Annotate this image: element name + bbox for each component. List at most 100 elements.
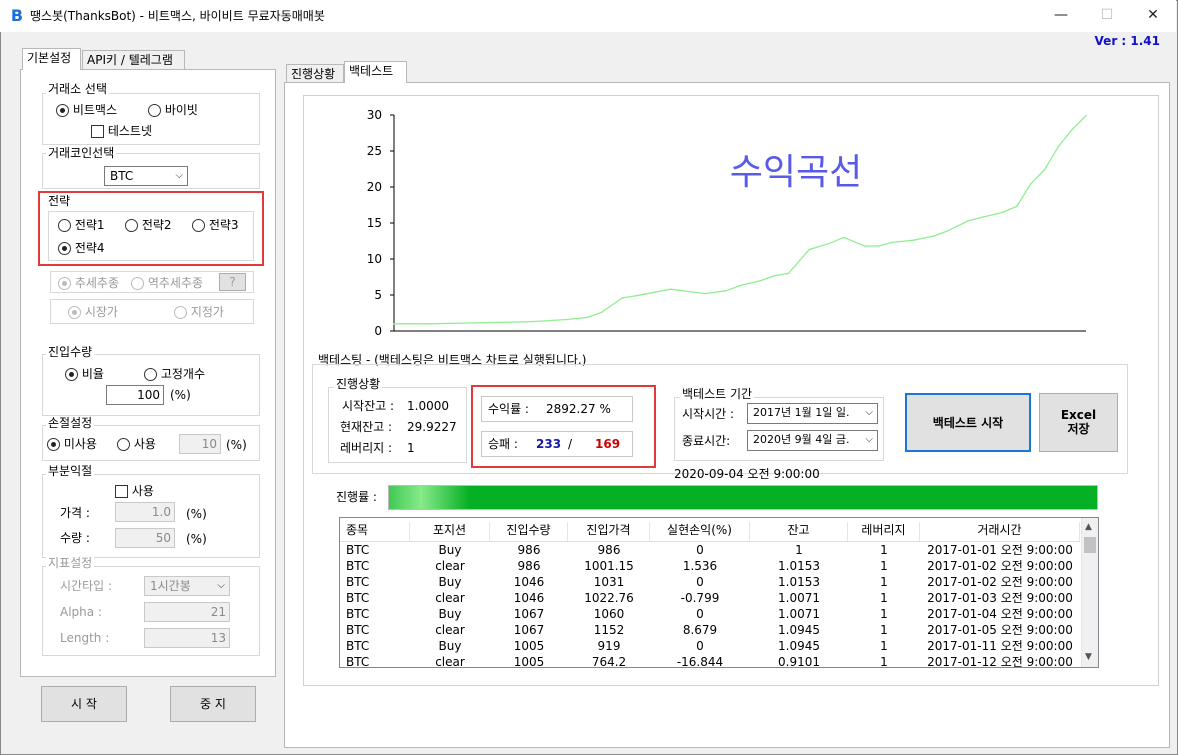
chart-point — [981, 216, 983, 218]
testnet-checkbox[interactable]: 테스트넷 — [91, 123, 152, 139]
radio-counter-trend[interactable]: 역추세추종 — [131, 275, 203, 291]
chart-point — [587, 316, 589, 319]
run-backtest-button[interactable]: 백테스트 시작 — [905, 393, 1031, 452]
radio-stoploss-off-circle[interactable] — [47, 438, 60, 451]
table-row[interactable]: BTC clear 1046 1022.76 -0.799 1.0071 1 2017-01-… — [340, 590, 1080, 606]
radio-trend-follow-circle[interactable] — [58, 277, 71, 290]
chart-point — [877, 245, 880, 247]
table-cell: 1046 — [513, 591, 545, 605]
chart-point — [600, 311, 603, 314]
coin-select[interactable]: BTC ⌵ — [104, 166, 188, 186]
table-cell: 0.9101 — [778, 655, 820, 668]
radio-bitmex-circle[interactable] — [56, 104, 69, 117]
table-cell: 1.0153 — [778, 559, 820, 573]
table-row[interactable]: BTC Buy 986 986 0 1 1 2017-01-01 오전 9:00:00 — [340, 542, 1080, 558]
start-time-picker[interactable]: 2017년 1월 1일 일. ⌵ — [747, 403, 878, 424]
radio-bybit[interactable]: 바이빗 — [148, 102, 198, 118]
stoploss-unit: (%) — [226, 438, 247, 452]
chart-y-tick-label: 25 — [367, 144, 382, 158]
radio-stoploss-on[interactable]: 사용 — [117, 436, 156, 452]
radio-entry-fixed-circle[interactable] — [144, 368, 157, 381]
scroll-down-icon[interactable]: ▼ — [1085, 652, 1092, 662]
grid-column-header[interactable]: 레버리지 — [848, 522, 920, 542]
stop-button[interactable]: 중 지 — [170, 686, 256, 722]
chart-point — [1071, 128, 1073, 131]
timeframe-select[interactable]: 1시간봉 ⌵ — [144, 576, 230, 596]
radio-limit-order-circle[interactable] — [174, 306, 187, 319]
grid-column-header[interactable]: 진입수량 — [490, 522, 568, 542]
length-input[interactable]: 13 — [144, 628, 230, 648]
radio-market-order-circle[interactable] — [68, 306, 81, 319]
entry-value-input[interactable]: 100 — [106, 385, 164, 405]
table-row[interactable]: BTC clear 1005 764.2 -16.844 0.9101 1 2017-01-1… — [340, 654, 1080, 668]
table-row[interactable]: BTC clear 986 1001.15 1.536 1.0153 1 2017-01-02… — [340, 558, 1080, 574]
title-bar: B 땡스봇(ThanksBot) - 비트맥스, 바이비트 무료자동매매봇 — … — [0, 0, 1176, 32]
current-balance-value: 29.9227 — [407, 420, 457, 434]
radio-market-order[interactable]: 시장가 — [68, 304, 118, 320]
radio-limit-order[interactable]: 지정가 — [174, 304, 224, 320]
table-cell: 0 — [696, 543, 704, 557]
timeframe-label: 시간타입 : — [60, 579, 113, 593]
radio-bybit-circle[interactable] — [148, 104, 161, 117]
grid-column-header[interactable]: 잔고 — [750, 522, 848, 542]
trend-help-button[interactable]: ? — [219, 273, 246, 291]
radio-stoploss-off-label: 미사용 — [63, 437, 97, 451]
table-row[interactable]: BTC Buy 1046 1031 0 1.0153 1 2017-01-02 오전 9:00… — [340, 574, 1080, 590]
minimize-button[interactable]: — — [1038, 0, 1084, 32]
radio-stoploss-on-circle[interactable] — [117, 438, 130, 451]
chart-point — [427, 323, 430, 325]
grid-column-header[interactable]: 포지션 — [410, 522, 490, 542]
scroll-thumb[interactable] — [1084, 537, 1096, 553]
trades-grid-body: BTC Buy 986 986 0 1 1 2017-01-01 오전 9:00:00 BTC c… — [340, 542, 1080, 667]
table-row[interactable]: BTC Buy 1067 1060 0 1.0071 1 2017-01-04 오전 9:00… — [340, 606, 1080, 622]
stoploss-group-label: 손절설정 — [46, 416, 95, 430]
chart-point — [739, 284, 741, 287]
testnet-checkbox-box[interactable] — [91, 125, 104, 138]
radio-bybit-label: 바이빗 — [164, 103, 198, 117]
scroll-up-icon[interactable]: ▲ — [1085, 522, 1092, 532]
grid-vertical-scrollbar[interactable]: ▲ ▼ — [1081, 518, 1098, 667]
table-row[interactable]: BTC clear 1067 1152 8.679 1.0945 1 2017-01-05 오… — [340, 622, 1080, 638]
grid-column-header[interactable]: 진입가격 — [568, 522, 650, 542]
radio-entry-ratio-circle[interactable] — [65, 368, 78, 381]
chart-point — [1016, 205, 1018, 208]
table-cell: BTC — [346, 639, 370, 653]
stoploss-value-input[interactable]: 10 — [179, 434, 221, 454]
partial-qty-input[interactable]: 50 — [115, 528, 175, 548]
radio-entry-fixed[interactable]: 고정개수 — [144, 366, 205, 382]
start-button[interactable]: 시 작 — [41, 686, 127, 722]
radio-bitmex[interactable]: 비트맥스 — [56, 102, 117, 118]
progress-bar-shine — [389, 486, 469, 509]
partial-use-checkbox[interactable]: 사용 — [115, 483, 154, 499]
chart-point — [393, 323, 395, 325]
last-timestamp: 2020-09-04 오전 9:00:00 — [674, 467, 820, 481]
table-cell: 1005 — [513, 655, 545, 668]
grid-column-header[interactable]: 실현손익(%) — [650, 522, 750, 542]
radio-entry-ratio[interactable]: 비율 — [65, 366, 104, 382]
radio-trend-follow[interactable]: 추세추종 — [58, 275, 119, 291]
grid-column-header[interactable]: 종목 — [340, 522, 410, 542]
table-cell: 1067 — [513, 623, 545, 637]
maximize-button[interactable]: ☐ — [1084, 0, 1130, 32]
grid-column-header[interactable]: 거래시간 — [920, 522, 1080, 542]
tab-progress[interactable]: 진행상황 — [286, 64, 344, 84]
tab-backtest[interactable]: 백테스트 — [344, 61, 407, 83]
partial-use-checkbox-box[interactable] — [115, 485, 128, 498]
radio-counter-trend-label: 역추세추종 — [147, 276, 204, 290]
excel-save-button[interactable]: Excel 저장 — [1039, 393, 1118, 452]
leverage-label: 레버리지 : — [340, 441, 393, 455]
table-cell: 2017-01-03 오전 9:00:00 — [927, 591, 1073, 605]
radio-counter-trend-circle[interactable] — [131, 277, 144, 290]
tab-api-telegram[interactable]: API키 / 텔레그램 — [82, 50, 185, 70]
close-button[interactable]: ✕ — [1130, 0, 1176, 32]
chart-point — [863, 245, 866, 247]
radio-stoploss-off[interactable]: 미사용 — [47, 436, 97, 452]
table-cell: 1.0071 — [778, 591, 820, 605]
chart-y-tick-label: 10 — [367, 252, 382, 266]
table-row[interactable]: BTC Buy 1005 919 0 1.0945 1 2017-01-11 오전 9:00:… — [340, 638, 1080, 654]
tab-basic-settings[interactable]: 기본설정 — [22, 48, 81, 70]
end-time-picker[interactable]: 2020년 9월 4일 금. ⌵ — [747, 430, 878, 451]
trades-grid[interactable]: 종목 포지션 진입수량 진입가격 실현손익(%) 잔고 레버리지 거래시간 BTC Buy 986… — [339, 517, 1099, 668]
partial-price-input[interactable]: 1.0 — [115, 502, 175, 522]
alpha-input[interactable]: 21 — [144, 602, 230, 622]
